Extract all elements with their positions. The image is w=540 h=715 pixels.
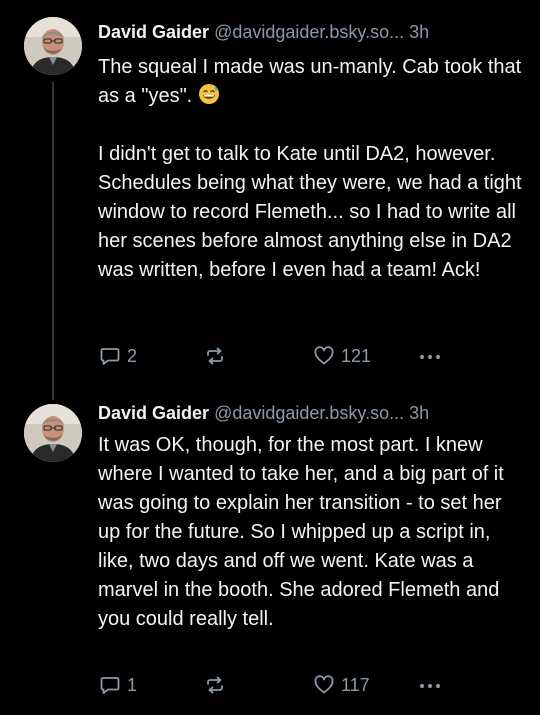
like-button[interactable]: 121	[313, 342, 371, 370]
post-paragraph: The squeal I made was un-manly. Cab took…	[98, 53, 523, 111]
reply-icon	[100, 348, 120, 365]
reply-button[interactable]: 1	[99, 671, 137, 699]
post-text: The squeal I made was un-manly. Cab took…	[98, 53, 523, 285]
like-count: 117	[341, 674, 370, 695]
reply-count: 1	[127, 674, 138, 695]
author-handle[interactable]: @davidgaider.bsky.so...	[214, 403, 404, 423]
repost-icon	[207, 676, 223, 694]
more-options-button[interactable]	[417, 342, 443, 370]
post-actions: 2 121	[0, 342, 540, 370]
post-paragraph: It was OK, though, for the most part. I …	[98, 434, 504, 630]
reply-count: 2	[127, 345, 138, 366]
post-actions: 1 117	[0, 671, 540, 699]
heart-icon	[314, 675, 334, 694]
repost-button[interactable]	[204, 342, 226, 370]
post-time[interactable]: 3h	[409, 22, 429, 42]
avatar[interactable]	[24, 17, 82, 75]
author-name[interactable]: David Gaider	[98, 22, 209, 42]
author-handle[interactable]: @davidgaider.bsky.so...	[214, 22, 404, 42]
avatar[interactable]	[24, 404, 82, 462]
post-paragraph-text: The squeal I made was un-manly. Cab took…	[98, 56, 522, 107]
post[interactable]: David Gaider @davidgaider.bsky.so... 3h …	[0, 0, 540, 392]
repost-icon	[207, 347, 223, 365]
thread-line	[52, 392, 54, 400]
like-button[interactable]: 117	[313, 671, 370, 699]
more-options-icon	[420, 355, 440, 359]
avatar-photo-icon	[24, 17, 82, 75]
more-options-button[interactable]	[417, 671, 443, 699]
post-header: David Gaider @davidgaider.bsky.so... 3h	[98, 401, 526, 425]
post-time[interactable]: 3h	[409, 403, 429, 423]
post[interactable]: David Gaider @davidgaider.bsky.so... 3h …	[0, 392, 540, 715]
grinning-sweat-emoji-icon	[198, 83, 220, 105]
reply-icon	[100, 677, 120, 694]
post-header: David Gaider @davidgaider.bsky.so... 3h	[98, 20, 526, 44]
reply-button[interactable]: 2	[99, 342, 137, 370]
post-paragraph: I didn't get to talk to Kate until DA2, …	[98, 143, 522, 281]
like-count: 121	[341, 345, 372, 366]
more-options-icon	[420, 684, 440, 688]
repost-button[interactable]	[204, 671, 226, 699]
avatar-photo-icon	[24, 404, 82, 462]
heart-icon	[314, 346, 334, 365]
author-name[interactable]: David Gaider	[98, 403, 209, 423]
post-text: It was OK, though, for the most part. I …	[98, 431, 523, 634]
